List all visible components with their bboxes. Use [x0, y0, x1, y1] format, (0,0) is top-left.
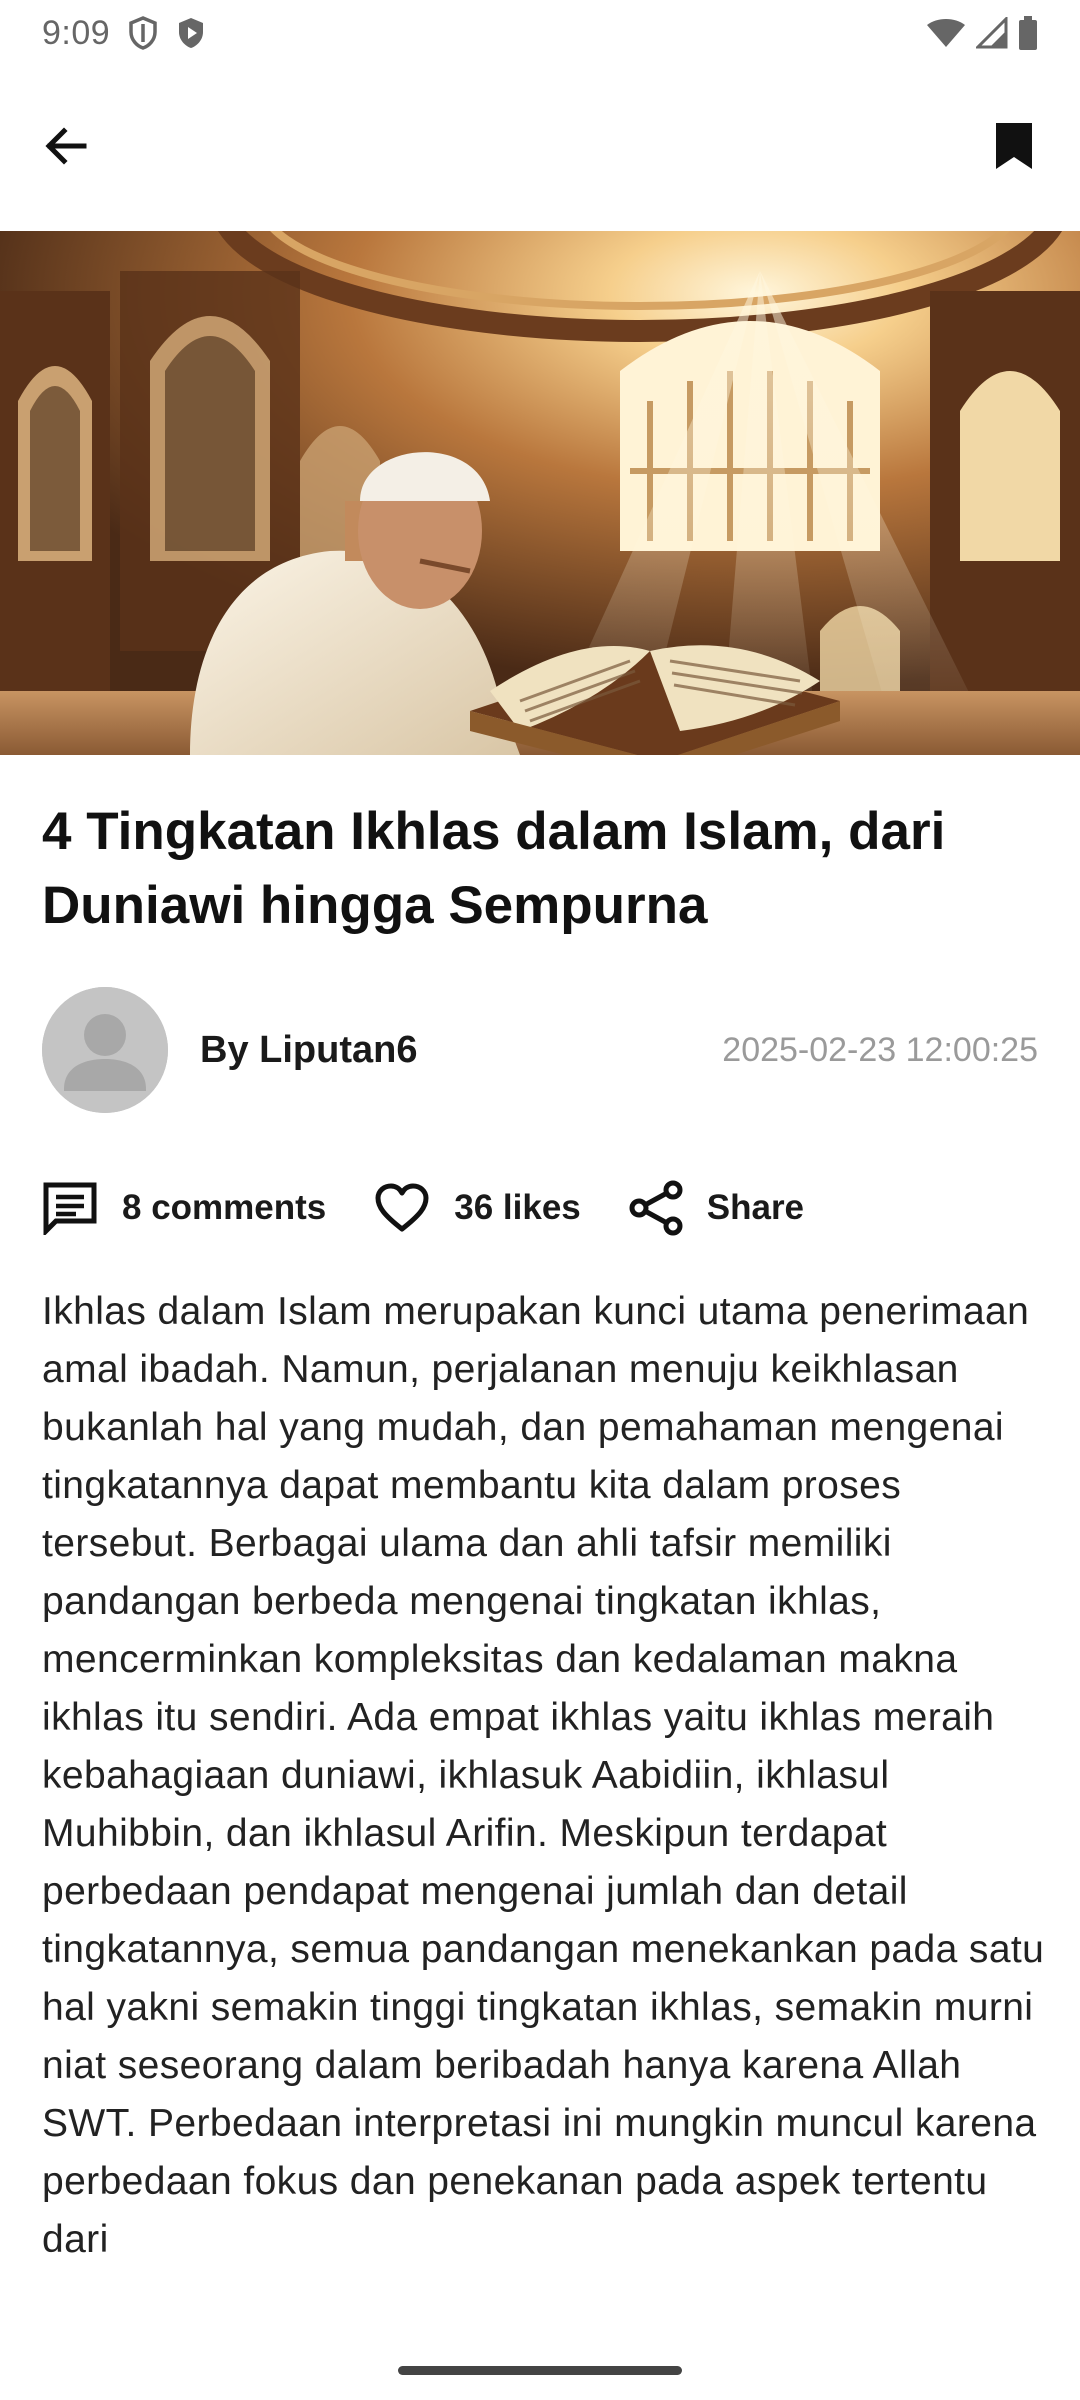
comments-count: 8 comments	[122, 1188, 327, 1227]
article-body: Ikhlas dalam Islam merupakan kunci utama…	[42, 1290, 1045, 2261]
bookmark-filled-icon	[996, 123, 1032, 169]
person-placeholder-icon	[42, 987, 168, 1113]
comment-icon	[43, 1182, 97, 1235]
actions-row: 8 comments 36 likes Share	[42, 1176, 852, 1240]
heart-outline-icon	[375, 1183, 429, 1232]
likes-count: 36 likes	[454, 1188, 581, 1227]
share-button[interactable]: Share	[629, 1180, 804, 1236]
share-label: Share	[706, 1188, 805, 1227]
bookmark-button[interactable]	[982, 114, 1046, 178]
status-right	[926, 16, 1038, 50]
vpn-shield-icon	[128, 16, 158, 50]
arrow-back-icon	[45, 127, 87, 165]
article-detail-screen: 9:09 4 Tingkatan Ikhlas dalam Islam, dar…	[0, 0, 1080, 2400]
signal-icon	[976, 17, 1008, 49]
play-protect-icon	[176, 16, 206, 50]
comments-button[interactable]: 8 comments	[42, 1181, 326, 1235]
status-time: 9:09	[42, 13, 111, 52]
author-name[interactable]: By Liputan6	[200, 1029, 417, 1072]
like-button[interactable]: 36 likes	[374, 1183, 581, 1233]
wifi-icon	[926, 17, 966, 49]
author-row: By Liputan6 2025-02-23 12:00:25	[42, 987, 1038, 1113]
publish-timestamp: 2025-02-23 12:00:25	[722, 1030, 1038, 1069]
app-bar	[0, 96, 1080, 196]
avatar[interactable]	[42, 987, 168, 1113]
status-left: 9:09	[42, 14, 206, 53]
share-icon	[629, 1180, 683, 1236]
article-hero-image	[0, 231, 1080, 755]
status-bar: 9:09	[0, 0, 1080, 66]
back-button[interactable]	[34, 114, 98, 178]
battery-icon	[1018, 16, 1038, 50]
article-title: 4 Tingkatan Ikhlas dalam Islam, dari Dun…	[42, 802, 946, 935]
gesture-nav-handle[interactable]	[398, 2366, 682, 2375]
